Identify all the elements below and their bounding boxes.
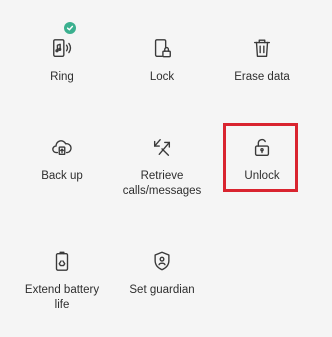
trash-icon	[250, 36, 274, 60]
unlock-label: Unlock	[244, 170, 280, 182]
check-icon	[64, 22, 76, 34]
unlock-tile[interactable]: Unlock	[212, 135, 312, 184]
lock-label: Lock	[149, 71, 175, 83]
lock-tile[interactable]: Lock	[112, 36, 212, 85]
unlock-icon	[250, 135, 274, 159]
retrieve-tile[interactable]: Retrieve calls/messages	[112, 135, 212, 199]
erase-data-label: Erase data	[234, 71, 290, 83]
ring-label: Ring	[50, 71, 74, 83]
ring-tile[interactable]: Ring	[12, 22, 112, 85]
retrieve-label: Retrieve calls/messages	[122, 170, 202, 197]
extend-battery-label: Extend battery life	[24, 284, 100, 311]
phone-ring-icon	[50, 22, 76, 60]
set-guardian-tile[interactable]: Set guardian	[112, 249, 212, 298]
cloud-upload-icon	[50, 135, 74, 159]
back-up-label: Back up	[41, 170, 83, 182]
shield-icon	[150, 249, 174, 273]
phone-lock-icon	[150, 36, 174, 60]
set-guardian-label: Set guardian	[129, 284, 195, 296]
extend-battery-tile[interactable]: Extend battery life	[12, 249, 112, 313]
battery-recycle-icon	[50, 249, 74, 273]
arrows-retrieve-icon	[150, 135, 174, 159]
back-up-tile[interactable]: Back up	[12, 135, 112, 184]
erase-data-tile[interactable]: Erase data	[212, 36, 312, 85]
